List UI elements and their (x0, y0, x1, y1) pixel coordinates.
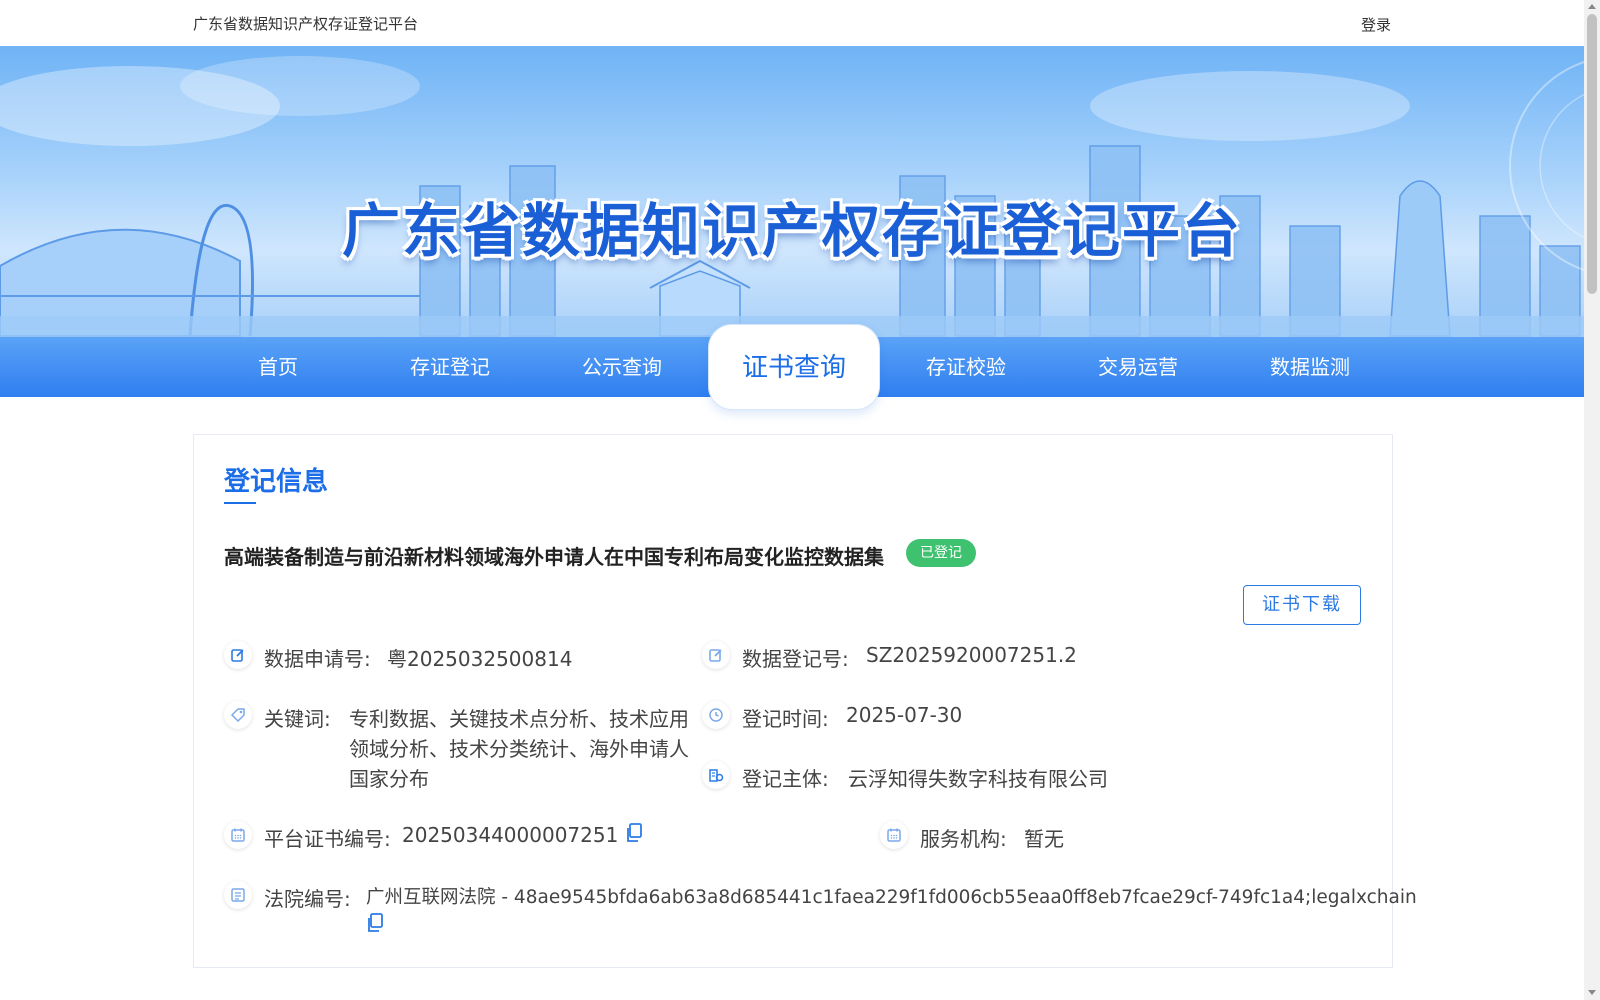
scroll-up-arrow-icon[interactable] (1588, 4, 1596, 9)
service-org-label: 服务机构: (920, 827, 1007, 851)
registration-subject-value: 云浮知得失数字科技有限公司 (848, 767, 1108, 791)
registration-time-label: 登记时间: (742, 707, 829, 731)
registration-time-field: 登记时间: 2025-07-30 (702, 701, 1162, 733)
keywords-label: 关键词: (264, 707, 331, 731)
application-no-field: 数据申请号: 粤2025032500814 (224, 641, 684, 673)
dataset-title: 高端装备制造与前沿新材料领域海外申请人在中国专利布局变化监控数据集 (224, 545, 884, 569)
copy-icon[interactable] (366, 913, 384, 938)
banner: 广东省数据知识产权存证登记平台 (0, 46, 1584, 338)
registration-no-label: 数据登记号: (742, 647, 849, 671)
nav-item-public-query[interactable]: 公示查询 (536, 337, 708, 397)
keywords-line-3: 国家分布 (349, 767, 429, 791)
application-no-label: 数据申请号: (264, 647, 371, 671)
status-badge: 已登记 (906, 539, 976, 567)
registration-time-value: 2025-07-30 (846, 703, 963, 727)
tag-icon (224, 701, 252, 729)
keywords-line-1: 专利数据、关键技术点分析、技术应用 (349, 707, 689, 731)
certificate-no-field: 平台证书编号: 20250344000007251 (224, 821, 864, 853)
nav-item-registration[interactable]: 存证登记 (364, 337, 536, 397)
court-no-label: 法院编号: (264, 887, 351, 911)
nav-item-verification[interactable]: 存证校验 (880, 337, 1052, 397)
court-no-field: 法院编号: 广州互联网法院 - 48ae9545bfda6ab63a8d6854… (224, 881, 1417, 943)
certificate-no-label: 平台证书编号: (264, 827, 391, 851)
keywords-line-2: 领域分析、技术分类统计、海外申请人 (349, 737, 689, 761)
service-org-field: 服务机构: 暂无 (880, 821, 1280, 853)
top-bar: 广东省数据知识产权存证登记平台 登录 (0, 0, 1584, 46)
copy-icon[interactable] (625, 823, 643, 848)
registration-no-value: SZ2025920007251.2 (866, 643, 1077, 667)
section-title-underline (224, 502, 256, 504)
login-link[interactable]: 登录 (1361, 14, 1391, 35)
application-no-value: 粤2025032500814 (387, 647, 573, 671)
section-title: 登记信息 (224, 467, 329, 497)
registration-info-card: 登记信息 高端装备制造与前沿新材料领域海外申请人在中国专利布局变化监控数据集 已… (193, 434, 1417, 968)
document-list-icon (224, 881, 252, 909)
certificate-download-button[interactable]: 证书下载 (1243, 585, 1361, 625)
registration-subject-field: 登记主体: 云浮知得失数字科技有限公司 (702, 761, 1302, 793)
site-name: 广东省数据知识产权存证登记平台 (193, 15, 419, 33)
scrollbar-thumb[interactable] (1587, 14, 1597, 294)
service-org-value: 暂无 (1024, 827, 1064, 851)
edit-icon (702, 641, 730, 669)
court-no-value: 广州互联网法院 - 48ae9545bfda6ab63a8d685441c1fa… (366, 887, 1417, 908)
nav-item-trading[interactable]: 交易运营 (1052, 337, 1224, 397)
nav-item-home[interactable]: 首页 (192, 337, 364, 397)
keywords-field: 关键词: 专利数据、关键技术点分析、技术应用 领域分析、技术分类统计、海外申请人… (224, 701, 694, 793)
nav-item-certificate-query[interactable]: 证书查询 (708, 324, 880, 410)
edit-icon (224, 641, 252, 669)
registration-no-field: 数据登记号: SZ2025920007251.2 (702, 641, 1162, 673)
company-icon (702, 761, 730, 789)
calendar-icon (224, 821, 252, 849)
nav-item-monitoring[interactable]: 数据监测 (1224, 337, 1396, 397)
calendar-icon (880, 821, 908, 849)
clock-icon (702, 701, 730, 729)
banner-title: 广东省数据知识产权存证登记平台 (341, 197, 1242, 265)
page-scrollbar[interactable] (1584, 0, 1600, 1000)
scroll-down-arrow-icon[interactable] (1588, 990, 1596, 995)
main-nav: 首页 存证登记 公示查询 证书查询 存证校验 交易运营 数据监测 (0, 324, 1584, 410)
certificate-no-value: 20250344000007251 (402, 823, 619, 847)
registration-subject-label: 登记主体: (742, 767, 829, 791)
